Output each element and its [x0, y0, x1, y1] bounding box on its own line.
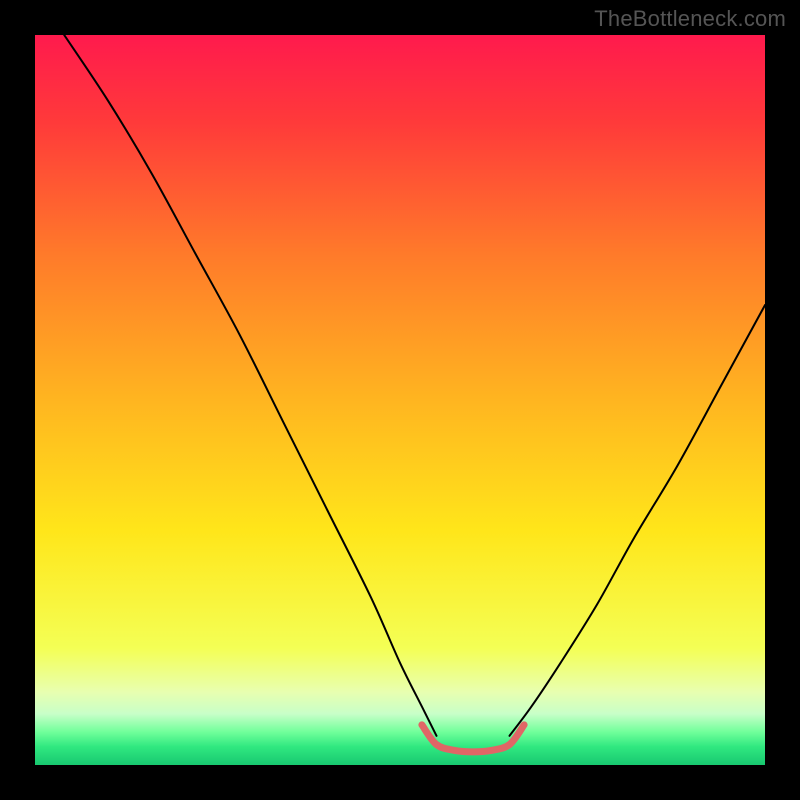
watermark-text: TheBottleneck.com — [594, 6, 786, 32]
plot-area — [35, 35, 765, 765]
curve-left-branch — [64, 35, 436, 736]
curve-layer — [35, 35, 765, 765]
curve-valley-highlight — [422, 725, 524, 752]
chart-frame: TheBottleneck.com — [0, 0, 800, 800]
curve-right-branch — [510, 305, 766, 736]
